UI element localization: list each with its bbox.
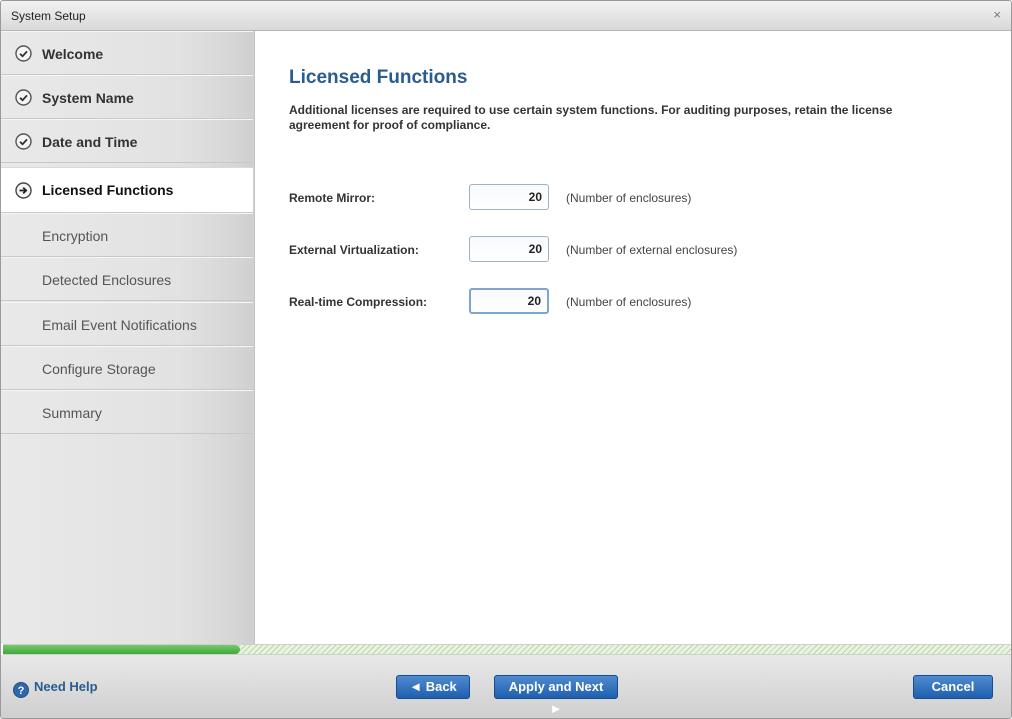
wizard-steps-sidebar: Welcome System Name Date and Time Licens… <box>1 31 255 644</box>
wizard-progress-bar <box>3 644 1011 655</box>
external-virtualization-unit: (Number of external enclosures) <box>566 243 738 257</box>
check-circle-icon <box>15 45 32 62</box>
page-title: Licensed Functions <box>289 67 468 88</box>
check-circle-icon <box>15 89 32 106</box>
sidebar-item-label: Welcome <box>42 46 104 62</box>
sidebar-item-configure-storage[interactable]: Configure Storage <box>1 346 253 390</box>
sidebar-item-licensed-functions[interactable]: Licensed Functions <box>1 167 253 213</box>
external-virtualization-row: External Virtualization: (Number of exte… <box>289 236 989 264</box>
sidebar-item-system-name[interactable]: System Name <box>1 75 253 119</box>
real-time-compression-row: Real-time Compression: (Number of enclos… <box>289 288 989 316</box>
sidebar-item-label: Email Event Notifications <box>42 317 197 333</box>
sidebar-item-label: Date and Time <box>42 134 138 150</box>
remote-mirror-input[interactable] <box>469 184 549 210</box>
cancel-button[interactable]: Cancel <box>913 675 993 699</box>
need-help-link[interactable]: ? Need Help <box>13 679 98 698</box>
help-icon: ? <box>13 682 29 698</box>
sidebar-item-welcome[interactable]: Welcome <box>1 31 253 75</box>
title-bar: System Setup × <box>1 1 1011 31</box>
main-panel: Licensed Functions Additional licenses a… <box>256 31 1011 644</box>
arrow-circle-icon <box>15 182 32 199</box>
close-icon[interactable]: × <box>993 7 1001 22</box>
sidebar-item-email-event-notifications[interactable]: Email Event Notifications <box>1 302 253 346</box>
apply-and-next-button[interactable]: Apply and Next ► <box>494 675 618 716</box>
external-virtualization-input[interactable] <box>469 236 549 262</box>
need-help-label: Need Help <box>34 679 98 694</box>
sidebar-item-label: Summary <box>42 405 102 421</box>
remote-mirror-unit: (Number of enclosures) <box>566 191 692 205</box>
sidebar-item-label: Encryption <box>42 228 109 244</box>
real-time-compression-input[interactable] <box>469 288 549 314</box>
check-circle-icon <box>15 133 32 150</box>
sidebar-item-label: Licensed Functions <box>42 182 174 198</box>
sidebar-item-summary[interactable]: Summary <box>1 390 253 434</box>
remote-mirror-row: Remote Mirror: (Number of enclosures) <box>289 184 989 212</box>
footer-bar: ? Need Help ◄ Back Apply and Next ► Cance… <box>1 655 1011 718</box>
real-time-compression-unit: (Number of enclosures) <box>566 295 692 309</box>
sidebar-item-label: Configure Storage <box>42 361 156 377</box>
external-virtualization-label: External Virtualization: <box>289 243 419 257</box>
sidebar-item-date-and-time[interactable]: Date and Time <box>1 119 253 163</box>
sidebar-item-label: System Name <box>42 90 134 106</box>
sidebar-item-encryption[interactable]: Encryption <box>1 213 253 257</box>
page-description: Additional licenses are required to use … <box>289 103 893 132</box>
real-time-compression-label: Real-time Compression: <box>289 295 428 309</box>
sidebar-item-label: Detected Enclosures <box>42 272 172 288</box>
remote-mirror-label: Remote Mirror: <box>289 191 376 205</box>
wizard-progress-fill <box>3 645 240 654</box>
back-button[interactable]: ◄ Back <box>396 675 470 699</box>
window-title: System Setup <box>11 9 86 23</box>
sidebar-item-detected-enclosures[interactable]: Detected Enclosures <box>1 257 253 301</box>
system-setup-dialog: System Setup × Welcome System Name Date … <box>0 0 1012 719</box>
